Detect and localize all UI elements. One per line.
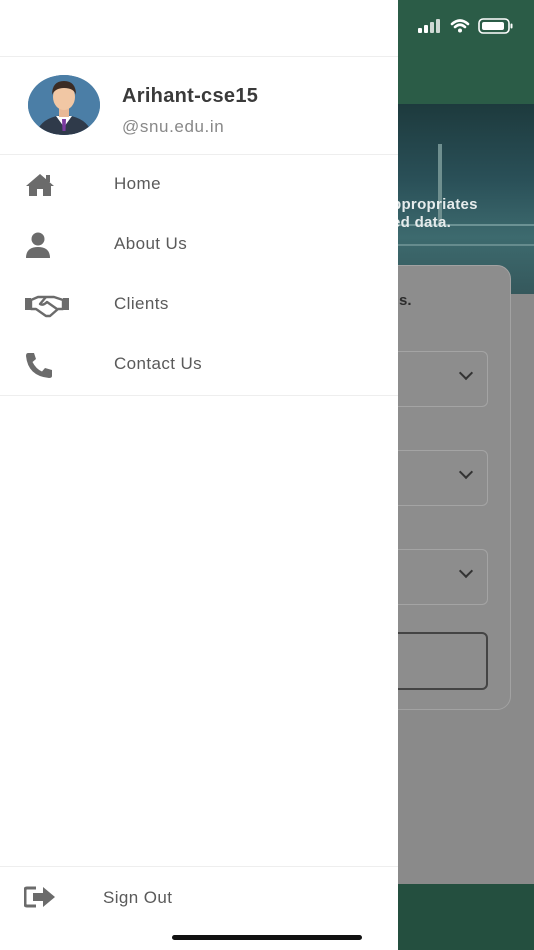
- menu-item-clients[interactable]: Clients: [0, 275, 398, 335]
- chevron-down-icon: [458, 365, 474, 381]
- navigation-drawer: Arihant-cse15 @snu.edu.in Home About Us: [0, 0, 398, 950]
- cellular-signal-icon: [418, 18, 513, 34]
- menu-item-label: About Us: [114, 234, 188, 253]
- hero-text: ppropriates ed data.: [392, 196, 534, 232]
- businessman-avatar-icon: [28, 75, 100, 135]
- sign-out-icon: [23, 885, 60, 913]
- drawer-top-spacer: [0, 0, 398, 57]
- menu-item-home[interactable]: Home: [0, 155, 398, 215]
- hero-text-line-2: ed data.: [392, 214, 452, 231]
- avatar: [28, 75, 100, 135]
- profile-name: Arihant-cse15: [122, 85, 259, 107]
- sign-out-label: Sign Out: [103, 888, 173, 907]
- menu-item-contact-us[interactable]: Contact Us: [0, 335, 398, 395]
- menu-item-about-us[interactable]: About Us: [0, 215, 398, 275]
- drawer-profile-header[interactable]: Arihant-cse15 @snu.edu.in: [0, 57, 398, 155]
- form-card-title: s.: [399, 292, 412, 309]
- drawer-menu: Home About Us Clients Contact Us: [0, 155, 398, 396]
- phone-icon: [24, 349, 70, 381]
- handshake-icon: [24, 289, 70, 321]
- status-bar: [416, 16, 520, 38]
- home-indicator[interactable]: [172, 935, 362, 940]
- menu-item-label: Contact Us: [114, 354, 203, 373]
- chevron-down-icon: [458, 464, 474, 480]
- menu-item-label: Clients: [114, 294, 169, 313]
- menu-item-label: Home: [114, 174, 161, 193]
- user-icon: [24, 229, 70, 261]
- chevron-down-icon: [458, 563, 474, 579]
- sign-out-button[interactable]: Sign Out: [0, 866, 398, 928]
- profile-email: @snu.edu.in: [122, 117, 225, 136]
- hero-text-line-1: ppropriates: [392, 196, 478, 213]
- home-icon: [24, 169, 70, 201]
